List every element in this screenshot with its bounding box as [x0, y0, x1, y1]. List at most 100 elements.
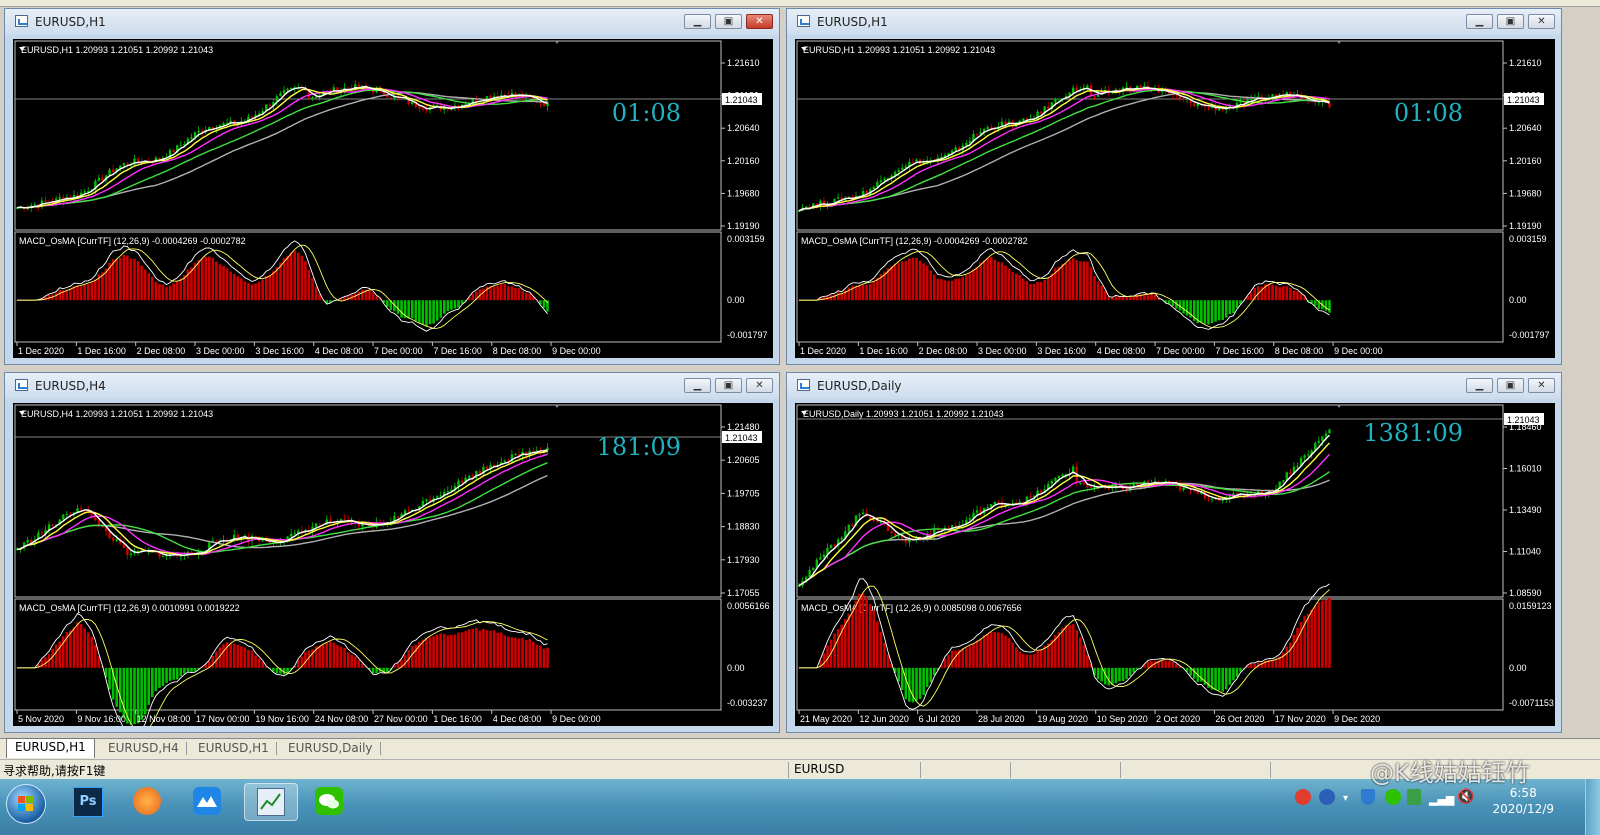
window-titlebar[interactable]: EURUSD,H1 ▁ ▣ ✕ — [5, 9, 779, 35]
candle-body — [179, 555, 182, 557]
wechat-taskbar-button[interactable] — [306, 783, 352, 821]
metatrader-taskbar-button[interactable] — [244, 783, 298, 821]
system-tray: ▾ ▂▄▆ 🔇 — [1295, 789, 1495, 809]
tray-expand-icon[interactable]: ▾ — [1343, 793, 1348, 804]
macd-histogram-bar — [1224, 300, 1228, 318]
macd-histogram-bar — [1103, 290, 1107, 301]
candle-body — [314, 97, 318, 99]
candle-timer: 01:08 — [612, 99, 681, 127]
time-tick-label: 1 Dec 2020 — [18, 346, 64, 356]
macd-histogram-bar — [993, 632, 997, 668]
chart-canvas[interactable]: EURUSD,Daily 1.20993 1.21051 1.20992 1.2… — [795, 403, 1555, 726]
macd-histogram-bar — [72, 627, 76, 668]
wechat-tray-icon[interactable] — [1385, 789, 1401, 805]
macd-histogram-bar — [1050, 273, 1054, 301]
chart-canvas[interactable]: EURUSD,H1 1.20993 1.21051 1.20992 1.2104… — [13, 39, 773, 358]
tab-eurusd-h1-2[interactable]: EURUSD,H1 — [190, 740, 277, 757]
security-icon[interactable] — [1407, 789, 1421, 805]
macd-histogram-bar — [968, 645, 972, 668]
minimize-button[interactable]: ▁ — [1466, 378, 1493, 393]
macd-histogram-bar — [215, 261, 218, 301]
network-signal-icon[interactable]: ▂▄▆ — [1429, 793, 1454, 806]
macd-histogram-bar — [1061, 627, 1064, 668]
tab-separator — [380, 742, 381, 755]
candle-body — [940, 156, 943, 158]
maximize-button[interactable]: ▣ — [1497, 14, 1524, 29]
minimize-button[interactable]: ▁ — [1466, 14, 1493, 29]
chart-canvas[interactable]: EURUSD,H4 1.20993 1.21051 1.20992 1.2104… — [13, 403, 773, 726]
macd-histogram-bar — [1107, 667, 1111, 686]
macd-histogram-bar — [304, 261, 307, 301]
minimize-button[interactable]: ▁ — [684, 14, 711, 29]
close-button[interactable]: ✕ — [746, 14, 773, 29]
macd-histogram-bar — [321, 644, 325, 668]
macd-histogram-bar — [179, 278, 183, 301]
photoshop-taskbar-button[interactable]: Ps — [64, 783, 110, 821]
candle-body — [1303, 98, 1306, 100]
start-button[interactable] — [6, 784, 46, 824]
macd-histogram-bar — [514, 288, 517, 301]
app-taskbar-button[interactable] — [184, 783, 230, 821]
macd-histogram-bar — [446, 300, 450, 312]
maximize-button[interactable]: ▣ — [1497, 378, 1524, 393]
volume-icon[interactable]: 🔇 — [1457, 789, 1474, 805]
candle-body — [314, 523, 318, 527]
macd-histogram-bar — [865, 596, 868, 668]
window-titlebar[interactable]: EURUSD,H1 ▁ ▣ ✕ — [787, 9, 1561, 35]
candle-body — [268, 104, 271, 106]
status-separator — [1010, 762, 1011, 778]
macd-tick-label: 0.003159 — [727, 234, 765, 244]
macd-histogram-bar — [407, 300, 410, 319]
close-button[interactable]: ✕ — [746, 378, 773, 393]
shield-icon[interactable] — [1361, 789, 1375, 805]
candle-body — [418, 106, 421, 109]
macd-histogram-bar — [1078, 637, 1082, 668]
show-desktop-button[interactable] — [1585, 779, 1600, 835]
macd-histogram-bar — [1278, 287, 1281, 301]
macd-histogram-bar — [1036, 282, 1039, 301]
macd-histogram-bar — [1032, 654, 1036, 668]
macd-histogram-bar — [1057, 632, 1061, 668]
macd-histogram-bar — [439, 300, 443, 318]
macd-histogram-bar — [111, 259, 115, 301]
macd-tick-label: -0.001797 — [727, 330, 768, 340]
macd-histogram-bar — [69, 630, 72, 668]
time-tick-label: 6 Jul 2020 — [919, 714, 961, 724]
macd-histogram-bar — [965, 647, 968, 668]
help-icon[interactable] — [1319, 789, 1335, 805]
maximize-button[interactable]: ▣ — [715, 14, 742, 29]
macd-tick-label: 0.0056166 — [727, 601, 770, 611]
close-button[interactable]: ✕ — [1528, 14, 1555, 29]
tab-eurusd-h4[interactable]: EURUSD,H4 — [100, 740, 187, 757]
chart-window-2[interactable]: EURUSD,H1 ▁ ▣ ✕ EURUSD,H1 1.20993 1.21051 1.… — [786, 8, 1562, 365]
tab-eurusd-h1[interactable]: EURUSD,H1 — [6, 738, 95, 758]
time-tick-label: 19 Nov 16:00 — [255, 714, 309, 724]
window-titlebar[interactable]: EURUSD,H4 ▁ ▣ ✕ — [5, 373, 779, 399]
macd-histogram-bar — [361, 289, 364, 301]
macd-histogram-bar — [475, 627, 478, 668]
window-titlebar[interactable]: EURUSD,Daily ▁ ▣ ✕ — [787, 373, 1561, 399]
candle-body — [346, 87, 350, 89]
candle-body — [993, 501, 997, 505]
maximize-button[interactable]: ▣ — [715, 378, 742, 393]
tab-eurusd-daily[interactable]: EURUSD,Daily — [280, 740, 381, 757]
macd-histogram-bar — [961, 648, 965, 668]
candle-body — [1289, 472, 1292, 474]
chart-window-1[interactable]: EURUSD,H1 ▁ ▣ ✕ EURUSD,H1 1.20993 1.21051 1.… — [4, 8, 780, 365]
macd-histogram-bar — [957, 278, 961, 301]
macd-histogram-bar — [876, 278, 879, 301]
macd-histogram-bar — [133, 667, 136, 725]
current-price-label: 1.21043 — [1507, 95, 1540, 105]
macd-histogram-bar — [908, 258, 911, 301]
sogou-input-icon[interactable] — [1295, 789, 1311, 805]
chart-window-3[interactable]: EURUSD,H4 ▁ ▣ ✕ EURUSD,H4 1.20993 1.21051 1.… — [4, 372, 780, 733]
taskbar-clock[interactable]: 6:58 2020/12/9 — [1492, 785, 1554, 817]
macd-histogram-bar — [975, 267, 979, 301]
chart-canvas[interactable]: EURUSD,H1 1.20993 1.21051 1.20992 1.2104… — [795, 39, 1555, 358]
media-player-taskbar-button[interactable] — [124, 783, 170, 821]
minimize-button[interactable]: ▁ — [684, 378, 711, 393]
macd-histogram-bar — [1192, 667, 1196, 679]
chart-window-4[interactable]: EURUSD,Daily ▁ ▣ ✕ EURUSD,Daily 1.20993 1.21… — [786, 372, 1562, 733]
close-button[interactable]: ✕ — [1528, 378, 1555, 393]
macd-histogram-bar — [464, 631, 467, 668]
